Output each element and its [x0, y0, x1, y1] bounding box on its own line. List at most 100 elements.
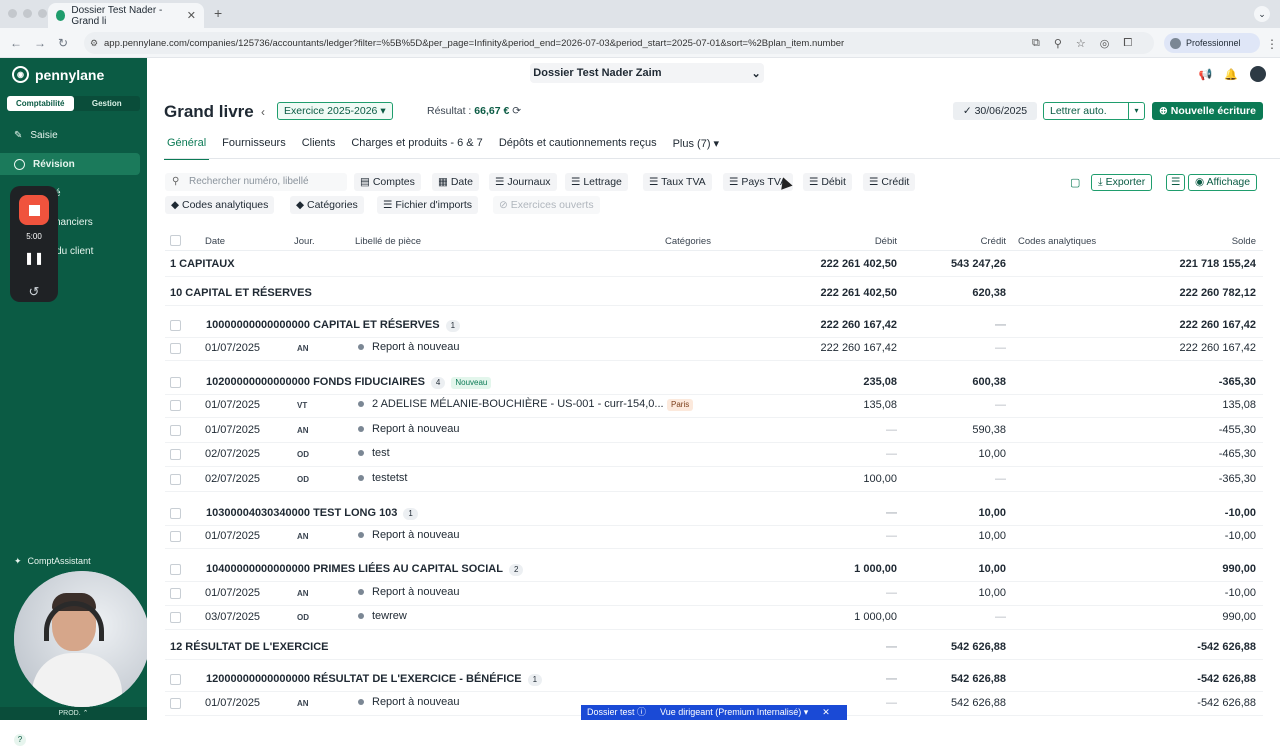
entry-label[interactable]: tewrew	[358, 610, 407, 622]
account-row[interactable]: 10400000000000000 PRIMES LIÉES AU CAPITA…	[165, 561, 1263, 579]
tab-clients[interactable]: Clients	[299, 134, 339, 160]
entry-label[interactable]: test	[358, 447, 390, 459]
row-checkbox[interactable]	[170, 564, 181, 575]
row-checkbox[interactable]	[170, 531, 181, 542]
new-tab-icon[interactable]: +	[214, 5, 222, 21]
account-row[interactable]: 12000000000000000 RÉSULTAT DE L'EXERCICE…	[165, 671, 1263, 689]
row-checkbox[interactable]	[170, 674, 181, 685]
table-row[interactable]: 01/07/2025 AN Report à nouveau 222 260 167,…	[165, 340, 1263, 358]
filter-comptes[interactable]: ▤ Comptes	[354, 173, 421, 191]
table-row[interactable]: 01/07/2025 VT 2 ADELISE MÉLANIE-BOUCHIÈRE …	[165, 397, 1263, 415]
col-codes-analytiques[interactable]: Codes analytiques	[1018, 236, 1096, 247]
site-info-icon[interactable]: ⚙	[90, 38, 98, 49]
tab-charges-produits[interactable]: Charges et produits - 6 & 7	[348, 134, 485, 160]
filter-credit[interactable]: ☰ Crédit	[863, 173, 916, 191]
env-indicator[interactable]: PROD. ⌃	[0, 707, 147, 720]
class-row[interactable]: 1 CAPITAUX 222 261 402,50 543 247,26 221 71…	[165, 256, 1263, 274]
extension-icon[interactable]: ◎	[1100, 37, 1110, 50]
row-checkbox[interactable]	[170, 400, 181, 411]
row-checkbox[interactable]	[170, 474, 181, 485]
mode-gestion[interactable]: Gestion	[74, 96, 141, 111]
lettrer-auto-button[interactable]: Lettrer auto. ▾	[1043, 102, 1145, 120]
table-layout-icon[interactable]: ☰	[1166, 174, 1186, 191]
row-checkbox[interactable]	[170, 449, 181, 460]
entry-label[interactable]: Report à nouveau	[358, 696, 459, 708]
stop-recording-button[interactable]	[19, 195, 49, 225]
reload-icon[interactable]: ↻	[58, 36, 68, 50]
display-button[interactable]: ◉ Affichage	[1188, 174, 1258, 191]
url-field[interactable]: ⚙ app.pennylane.com/companies/125736/acc…	[84, 32, 1154, 54]
dossier-selector[interactable]: Dossier Test Nader Zaim ⌄	[530, 63, 764, 83]
zoom-icon[interactable]: ⚲	[1054, 37, 1062, 50]
help-icon[interactable]: ?	[14, 734, 26, 746]
class-row[interactable]: 10 CAPITAL ET RÉSERVES 222 261 402,50 620,…	[165, 285, 1263, 303]
filter-debit[interactable]: ☰ Débit	[803, 173, 852, 191]
row-checkbox[interactable]	[170, 698, 181, 709]
account-row[interactable]: 10300004030340000 TEST LONG 103 1 — 10,00 -1…	[165, 505, 1263, 523]
col-categories[interactable]: Catégories	[665, 236, 711, 247]
col-date[interactable]: Date	[205, 236, 225, 247]
filter-codes-analytiques[interactable]: ◆ Codes analytiques	[165, 196, 275, 214]
exercise-selector[interactable]: Exercice 2025-2026 ▾	[277, 102, 393, 120]
table-row[interactable]: 03/07/2025 OD tewrew 1 000,00 — 990,00	[165, 609, 1263, 627]
entry-label[interactable]: Report à nouveau	[358, 341, 459, 353]
row-checkbox[interactable]	[170, 588, 181, 599]
mode-comptabilite[interactable]: Comptabilité	[7, 96, 74, 111]
sidebar-item-revision[interactable]: Révision	[0, 153, 140, 175]
account-row[interactable]: 10000000000000000 CAPITAL ET RÉSERVES 1 22…	[165, 317, 1263, 335]
tab-general[interactable]: Général	[164, 134, 210, 160]
filter-lettrage[interactable]: ☰ Lettrage	[565, 173, 628, 191]
restart-icon[interactable]: ↺	[10, 284, 58, 300]
environment-bar[interactable]: Dossier test ⓘ Vue dirigeant (Premium In…	[581, 705, 847, 720]
search-input[interactable]: ⚲ Rechercher numéro, libellé	[165, 173, 347, 191]
col-solde[interactable]: Solde	[1195, 236, 1256, 247]
bell-icon[interactable]: 🔔	[1224, 68, 1238, 81]
row-checkbox[interactable]	[170, 612, 181, 623]
row-checkbox[interactable]	[170, 343, 181, 354]
closing-date-button[interactable]: ✓ 30/06/2025	[953, 102, 1037, 120]
col-credit[interactable]: Crédit	[945, 236, 1006, 247]
filter-fichier-imports[interactable]: ☰ Fichier d'imports	[377, 196, 479, 214]
tab-fournisseurs[interactable]: Fournisseurs	[219, 134, 289, 160]
chevron-left-icon[interactable]: ‹	[261, 105, 265, 119]
table-row[interactable]: 01/07/2025 AN Report à nouveau — 10,00 -10,00	[165, 528, 1263, 546]
browser-menu-icon[interactable]: ⋮	[1266, 37, 1278, 51]
table-row[interactable]: 01/07/2025 AN Report à nouveau — 590,38 -455,…	[165, 422, 1263, 440]
puzzle-icon[interactable]: ⧠	[1123, 37, 1132, 50]
refresh-icon[interactable]: ⟳	[512, 105, 521, 117]
back-icon[interactable]: ←	[10, 36, 22, 50]
browser-tab[interactable]: Dossier Test Nader - Grand li ✕	[48, 3, 204, 28]
tab-plus[interactable]: Plus (7) ▾	[670, 134, 722, 160]
col-journal[interactable]: Jour.	[294, 236, 315, 247]
filter-taux-tva[interactable]: ☰ Taux TVA	[643, 173, 712, 191]
col-libelle[interactable]: Libellé de pièce	[355, 236, 421, 247]
entry-label[interactable]: Report à nouveau	[358, 423, 459, 435]
tab-depots[interactable]: Dépôts et cautionnements reçus	[496, 134, 660, 160]
entry-label[interactable]: Report à nouveau	[358, 586, 459, 598]
filter-journaux[interactable]: ☰ Journaux	[489, 173, 557, 191]
row-checkbox[interactable]	[170, 508, 181, 519]
window-controls[interactable]	[8, 9, 47, 18]
entry-label[interactable]: 2 ADELISE MÉLANIE-BOUCHIÈRE - US-001 - c…	[358, 398, 664, 410]
close-tab-icon[interactable]: ✕	[187, 9, 196, 22]
close-icon[interactable]: ✕	[822, 705, 830, 720]
row-checkbox[interactable]	[170, 425, 181, 436]
install-icon[interactable]: ⧉	[1032, 37, 1040, 50]
table-row[interactable]: 02/07/2025 OD testetst 100,00 — -365,30	[165, 471, 1263, 489]
forward-icon[interactable]: →	[34, 36, 46, 50]
row-checkbox[interactable]	[170, 320, 181, 331]
bookmark-star-icon[interactable]: ☆	[1076, 37, 1086, 50]
select-all-checkbox[interactable]	[170, 235, 181, 246]
tab-search-icon[interactable]: ⌄	[1254, 6, 1270, 22]
pause-icon[interactable]: ❚❚	[10, 251, 58, 265]
table-row[interactable]: 01/07/2025 AN Report à nouveau — 10,00 -10,00	[165, 585, 1263, 603]
entry-label[interactable]: testetst	[358, 472, 407, 484]
export-button[interactable]: ⤓ Exporter	[1091, 174, 1153, 191]
row-checkbox[interactable]	[170, 377, 181, 388]
user-avatar[interactable]	[1250, 66, 1266, 82]
view-selector[interactable]: Vue dirigeant (Premium Internalisé) ▾	[660, 705, 808, 720]
table-row[interactable]: 02/07/2025 OD test — 10,00 -465,30	[165, 446, 1263, 464]
clipboard-icon[interactable]: ▢	[1070, 176, 1080, 189]
filter-date[interactable]: ▦ Date	[432, 173, 480, 191]
pennylane-logo[interactable]: ◉ pennylane	[12, 66, 104, 83]
